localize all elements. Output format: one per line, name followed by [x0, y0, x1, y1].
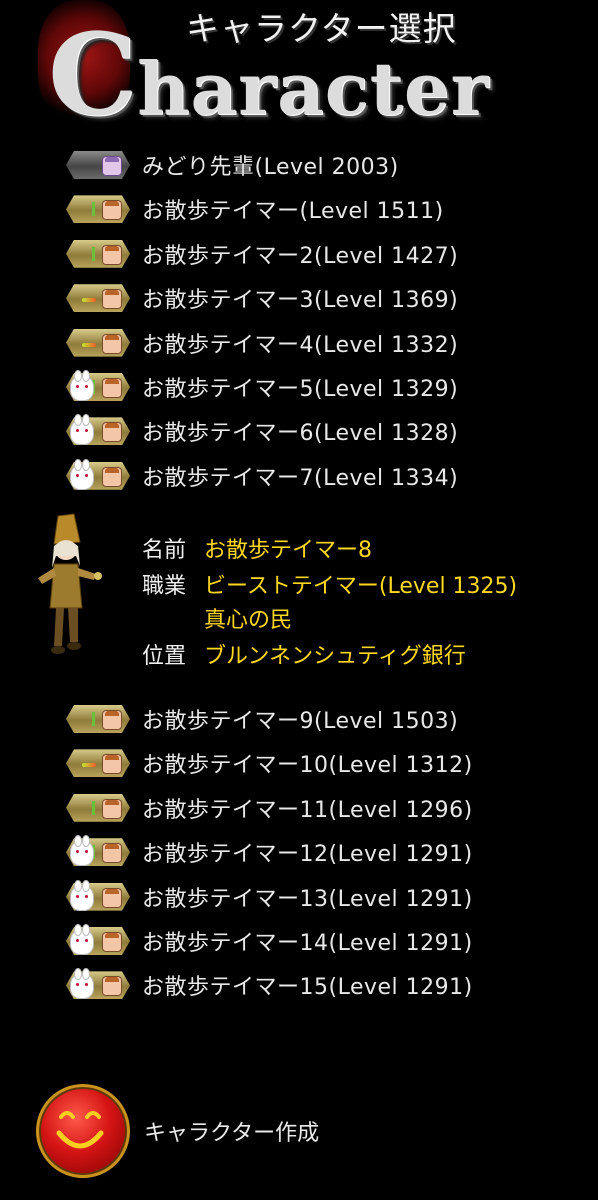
character-row[interactable]: お散歩テイマー12(Level 1291) [66, 834, 546, 870]
character-row[interactable]: みどり先輩(Level 2003) [66, 147, 546, 183]
character-face-icon [102, 422, 122, 443]
screen-title: Character [48, 10, 490, 141]
character-face-icon [102, 466, 122, 487]
character-row-label: お散歩テイマー3(Level 1369) [142, 288, 459, 314]
character-row-label: お散歩テイマー5(Level 1329) [142, 377, 459, 402]
rabbit-pet-icon [70, 835, 94, 867]
character-row-label: お散歩テイマー9(Level 1503) [142, 709, 459, 734]
character-face-icon [102, 378, 122, 398]
character-row-label: お散歩テイマー15(Level 1291) [142, 975, 473, 1001]
header: キャラクター選択 Character [0, 0, 598, 141]
character-row[interactable]: お散歩テイマー10(Level 1312) [66, 745, 546, 781]
character-row[interactable]: お散歩テイマー2(Level 1427) [66, 236, 546, 272]
character-row-label: お散歩テイマー6(Level 1328) [142, 421, 459, 447]
detail-title-row: 真心の民 [204, 602, 292, 634]
detail-location-row: 位置 ブルンネンシュティグ銀行 [142, 638, 466, 670]
character-badge-icon [66, 370, 130, 401]
character-title: 真心の民 [204, 608, 293, 633]
character-name: お散歩テイマー8 [204, 538, 372, 563]
character-face-icon [102, 754, 122, 775]
create-character-button[interactable]: キャラクター作成 [36, 1084, 356, 1178]
character-badge-icon [66, 329, 130, 357]
character-row[interactable]: お散歩テイマー3(Level 1369) [66, 280, 546, 316]
character-row-label: みどり先輩(Level 2003) [142, 155, 399, 180]
rabbit-pet-icon [70, 968, 94, 1000]
character-face-icon [102, 289, 122, 310]
character-badge-icon [66, 458, 130, 490]
title-initial: C [48, 10, 138, 141]
character-row-label: お散歩テイマー13(Level 1291) [142, 886, 473, 912]
character-face-icon [102, 887, 122, 908]
character-location: ブルンネンシュティグ銀行 [204, 644, 466, 669]
rabbit-pet-icon [70, 370, 94, 401]
character-badge-icon [66, 835, 130, 867]
character-badge-icon [66, 879, 130, 911]
character-badge-icon [66, 794, 130, 822]
character-face-icon [102, 244, 122, 265]
character-job: ビーストテイマー(Level 1325) [204, 574, 518, 599]
character-face-icon [102, 333, 122, 354]
character-avatar [28, 512, 104, 660]
name-label: 名前 [142, 538, 187, 563]
character-row-label: お散歩テイマー2(Level 1427) [142, 243, 459, 269]
character-row[interactable]: お散歩テイマー14(Level 1291) [66, 923, 546, 959]
character-row[interactable]: お散歩テイマー(Level 1511) [66, 191, 546, 227]
character-badge-icon [66, 414, 130, 446]
character-face-icon [102, 843, 122, 864]
smiley-icon [36, 1084, 130, 1178]
character-row-label: お散歩テイマー4(Level 1332) [142, 332, 459, 358]
spark-icon [82, 298, 96, 303]
spark-icon [82, 763, 96, 768]
character-face-icon [102, 932, 122, 952]
spark-icon [82, 342, 96, 347]
character-face-icon [102, 976, 122, 997]
character-badge-icon [66, 968, 130, 1000]
rabbit-pet-icon [70, 458, 94, 490]
character-row-label: お散歩テイマー12(Level 1291) [142, 842, 473, 868]
character-row-label: お散歩テイマー(Level 1511) [142, 199, 444, 225]
rabbit-pet-icon [70, 414, 94, 446]
character-row-label: お散歩テイマー7(Level 1334) [142, 465, 459, 491]
character-badge-icon [66, 749, 130, 777]
character-face-icon [102, 798, 122, 819]
character-row[interactable]: お散歩テイマー9(Level 1503) [66, 701, 546, 737]
character-face-icon [102, 200, 122, 221]
character-badge-icon [66, 240, 130, 268]
character-badge-icon [66, 705, 130, 733]
rabbit-pet-icon [70, 924, 94, 955]
title-rest: haracter [137, 46, 490, 131]
character-row-label: お散歩テイマー10(Level 1312) [142, 753, 473, 779]
character-face-icon [102, 710, 122, 730]
create-character-label: キャラクター作成 [144, 1121, 320, 1146]
character-row[interactable]: お散歩テイマー4(Level 1332) [66, 325, 546, 361]
character-badge-icon [66, 151, 130, 179]
character-badge-icon [66, 284, 130, 312]
character-badge-icon [66, 195, 130, 223]
detail-job-row: 職業 ビーストテイマー(Level 1325) [142, 568, 517, 600]
character-row-label: お散歩テイマー14(Level 1291) [142, 931, 473, 956]
character-row[interactable]: お散歩テイマー6(Level 1328) [66, 413, 546, 449]
detail-name-row: 名前 お散歩テイマー8 [142, 532, 372, 564]
character-row[interactable]: お散歩テイマー11(Level 1296) [66, 790, 546, 826]
character-badge-icon [66, 924, 130, 955]
job-label: 職業 [142, 574, 187, 599]
location-label: 位置 [142, 644, 187, 669]
character-row-label: お散歩テイマー11(Level 1296) [142, 797, 473, 823]
character-row[interactable]: お散歩テイマー5(Level 1329) [66, 369, 546, 405]
character-row[interactable]: お散歩テイマー7(Level 1334) [66, 458, 546, 494]
character-face-icon [102, 156, 122, 176]
character-row[interactable]: お散歩テイマー13(Level 1291) [66, 879, 546, 915]
rabbit-pet-icon [70, 879, 94, 911]
character-row[interactable]: お散歩テイマー15(Level 1291) [66, 967, 546, 1003]
